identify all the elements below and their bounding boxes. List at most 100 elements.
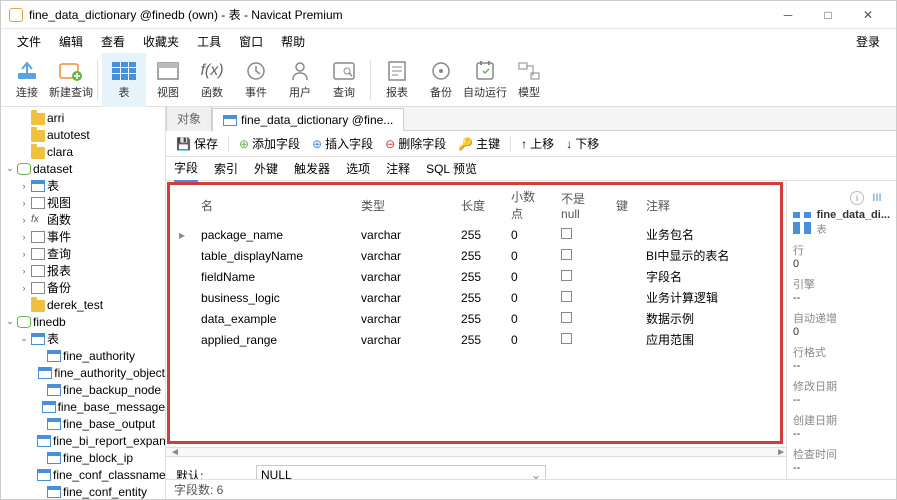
add-field-button[interactable]: ⊕添加字段 xyxy=(235,133,304,154)
col-dec[interactable]: 小数点 xyxy=(503,186,553,224)
iii-icon[interactable]: III xyxy=(870,191,884,205)
tool-autorun[interactable]: 自动运行 xyxy=(463,53,507,107)
insert-field-button[interactable]: ⊕插入字段 xyxy=(308,133,377,154)
field-row[interactable]: applied_rangevarchar2550应用范围 xyxy=(171,329,779,350)
design-toolbar: 💾保存 ⊕添加字段 ⊕插入字段 ⊖删除字段 🔑主键 ↑上移 ↓下移 xyxy=(166,131,896,157)
splitter[interactable]: ◄► xyxy=(166,447,786,457)
prop-key: 行格式 xyxy=(793,344,890,360)
close-button[interactable]: ✕ xyxy=(848,1,888,29)
properties-panel: iIII fine_data_di...表 行0引擎--自动递增0行格式--修改… xyxy=(786,181,896,479)
field-grid[interactable]: 名 类型 长度 小数点 不是 null 键 注释 ▸package_nameva… xyxy=(171,186,779,350)
default-label: 默认: xyxy=(176,467,256,480)
tool-view[interactable]: 视图 xyxy=(146,53,190,107)
subtab-sql[interactable]: SQL 预览 xyxy=(426,156,477,181)
tab-current-table[interactable]: fine_data_dictionary @fine... xyxy=(212,108,404,131)
tree-table-fine_base_output[interactable]: fine_base_output xyxy=(1,415,165,432)
field-row[interactable]: data_examplevarchar2550数据示例 xyxy=(171,308,779,329)
object-tree[interactable]: arriautotestclara⌄dataset›表›视图›fx函数›事件›查… xyxy=(1,107,166,499)
default-select[interactable]: NULL xyxy=(256,465,546,479)
primary-key-button[interactable]: 🔑主键 xyxy=(454,133,504,154)
subtab-fk[interactable]: 外键 xyxy=(254,156,278,181)
menu-bar: 文件 编辑 查看 收藏夹 工具 窗口 帮助 登录 xyxy=(1,29,896,53)
tree-item[interactable]: ›报表 xyxy=(1,262,165,279)
tree-item[interactable]: ›表 xyxy=(1,177,165,194)
content-tabs: 对象 fine_data_dictionary @fine... xyxy=(166,107,896,131)
tree-item[interactable]: ⌄finedb xyxy=(1,313,165,330)
tree-table-fine_conf_entity[interactable]: fine_conf_entity xyxy=(1,483,165,499)
prop-val: -- xyxy=(793,428,890,440)
info-icon[interactable]: i xyxy=(850,191,864,205)
tree-table-fine_conf_classname[interactable]: fine_conf_classname xyxy=(1,466,165,483)
tree-table-fine_authority_object[interactable]: fine_authority_object xyxy=(1,364,165,381)
move-down-button[interactable]: ↓下移 xyxy=(562,133,603,154)
prop-subtitle: 表 xyxy=(817,221,890,236)
tree-item[interactable]: ⌄dataset xyxy=(1,160,165,177)
col-comment[interactable]: 注释 xyxy=(638,186,779,224)
tree-item[interactable]: ›事件 xyxy=(1,228,165,245)
subtab-comment[interactable]: 注释 xyxy=(386,156,410,181)
field-row[interactable]: fieldNamevarchar2550字段名 xyxy=(171,266,779,287)
col-key[interactable]: 键 xyxy=(608,186,638,224)
move-up-button[interactable]: ↑上移 xyxy=(517,133,558,154)
col-nnull[interactable]: 不是 null xyxy=(553,186,608,224)
tool-backup[interactable]: 备份 xyxy=(419,53,463,107)
prop-key: 修改日期 xyxy=(793,378,890,394)
tree-table-fine_bi_report_expand[interactable]: fine_bi_report_expand xyxy=(1,432,165,449)
prop-key: 引擎 xyxy=(793,276,890,292)
field-row[interactable]: ▸package_namevarchar2550业务包名 xyxy=(171,224,779,245)
tree-item[interactable]: arri xyxy=(1,109,165,126)
col-len[interactable]: 长度 xyxy=(453,186,503,224)
subtab-triggers[interactable]: 触发器 xyxy=(294,156,330,181)
tool-report[interactable]: 报表 xyxy=(375,53,419,107)
maximize-button[interactable]: □ xyxy=(808,1,848,29)
tree-item[interactable]: autotest xyxy=(1,126,165,143)
prop-title: fine_data_di... xyxy=(817,209,890,221)
tool-event[interactable]: 事件 xyxy=(234,53,278,107)
tree-item[interactable]: ›fx函数 xyxy=(1,211,165,228)
tool-table[interactable]: 表 xyxy=(102,53,146,107)
menu-favorites[interactable]: 收藏夹 xyxy=(135,29,187,54)
window-title: fine_data_dictionary @finedb (own) - 表 -… xyxy=(29,6,343,23)
tree-item[interactable]: ⌄表 xyxy=(1,330,165,347)
menu-edit[interactable]: 编辑 xyxy=(51,29,91,54)
subtab-indexes[interactable]: 索引 xyxy=(214,156,238,181)
tree-table-fine_block_ip[interactable]: fine_block_ip xyxy=(1,449,165,466)
minimize-button[interactable]: ─ xyxy=(768,1,808,29)
tool-model[interactable]: 模型 xyxy=(507,53,551,107)
tree-item[interactable]: derek_test xyxy=(1,296,165,313)
col-type[interactable]: 类型 xyxy=(353,186,453,224)
tool-new-query[interactable]: 新建查询 xyxy=(49,53,93,107)
menu-file[interactable]: 文件 xyxy=(9,29,49,54)
login-link[interactable]: 登录 xyxy=(848,29,888,54)
subtab-options[interactable]: 选项 xyxy=(346,156,370,181)
table-icon xyxy=(223,115,237,126)
tree-item[interactable]: ›查询 xyxy=(1,245,165,262)
tool-user[interactable]: 用户 xyxy=(278,53,322,107)
tree-table-fine_authority[interactable]: fine_authority xyxy=(1,347,165,364)
tool-function[interactable]: f(x)函数 xyxy=(190,53,234,107)
table-icon xyxy=(793,212,811,234)
tool-connection[interactable]: 连接 xyxy=(5,53,49,107)
menu-view[interactable]: 查看 xyxy=(93,29,133,54)
save-button[interactable]: 💾保存 xyxy=(172,133,222,154)
delete-field-button[interactable]: ⊖删除字段 xyxy=(381,133,450,154)
menu-window[interactable]: 窗口 xyxy=(231,29,271,54)
prop-val: -- xyxy=(793,292,890,304)
tree-item[interactable]: clara xyxy=(1,143,165,160)
menu-help[interactable]: 帮助 xyxy=(273,29,313,54)
tab-objects[interactable]: 对象 xyxy=(166,107,212,131)
field-grid-highlight: 名 类型 长度 小数点 不是 null 键 注释 ▸package_nameva… xyxy=(170,185,780,441)
prop-val: 0 xyxy=(793,326,890,338)
tree-table-fine_base_message[interactable]: fine_base_message xyxy=(1,398,165,415)
field-row[interactable]: table_displayNamevarchar2550BI中显示的表名 xyxy=(171,245,779,266)
tree-item[interactable]: ›视图 xyxy=(1,194,165,211)
tree-item[interactable]: ›备份 xyxy=(1,279,165,296)
prop-val: 0 xyxy=(793,258,890,270)
col-name[interactable]: 名 xyxy=(193,186,353,224)
subtab-fields[interactable]: 字段 xyxy=(174,155,198,182)
menu-tools[interactable]: 工具 xyxy=(189,29,229,54)
field-row[interactable]: business_logicvarchar2550业务计算逻辑 xyxy=(171,287,779,308)
tool-query[interactable]: 查询 xyxy=(322,53,366,107)
tree-table-fine_backup_node[interactable]: fine_backup_node xyxy=(1,381,165,398)
prop-val: -- xyxy=(793,462,890,474)
